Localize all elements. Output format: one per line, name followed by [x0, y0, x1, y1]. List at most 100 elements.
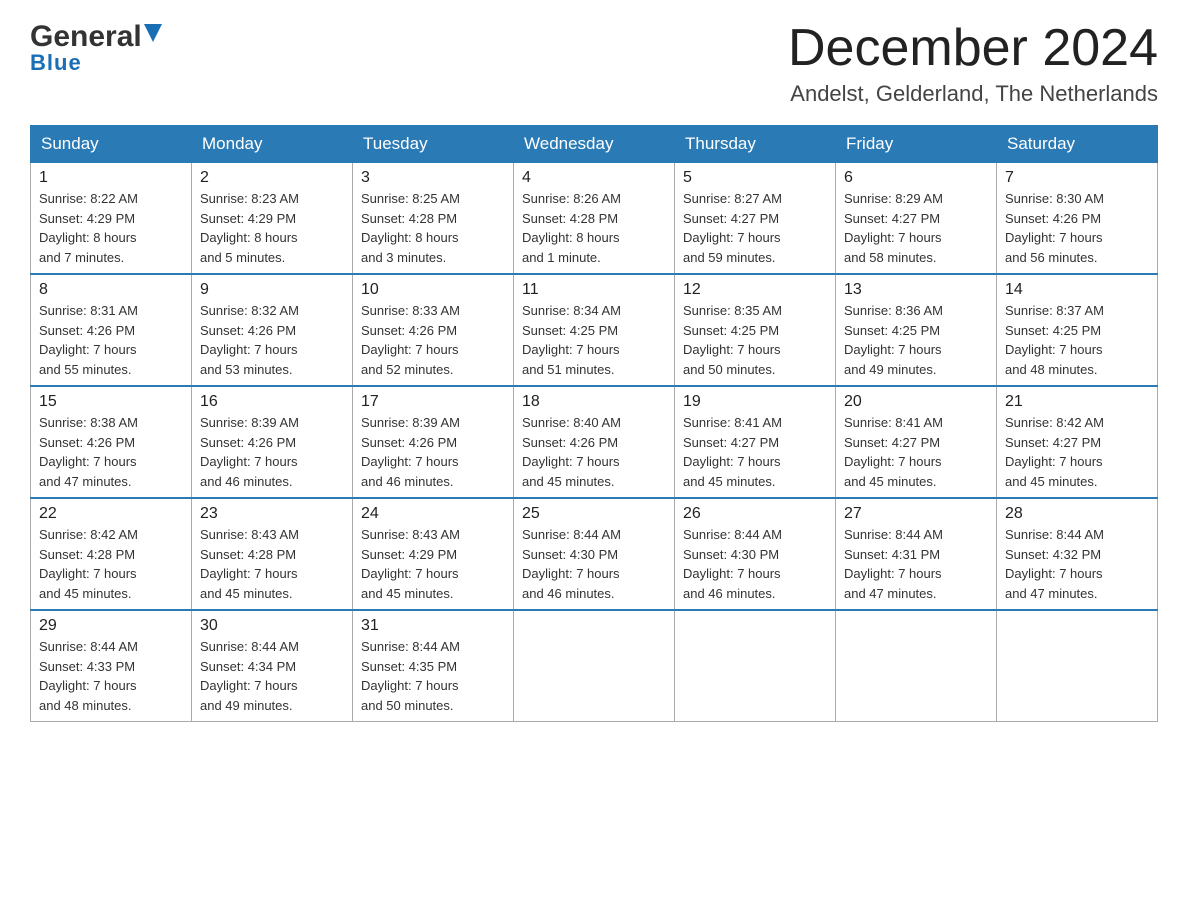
- calendar-cell: 1 Sunrise: 8:22 AMSunset: 4:29 PMDayligh…: [31, 163, 192, 275]
- weekday-header-thursday: Thursday: [675, 126, 836, 163]
- calendar-header-row: SundayMondayTuesdayWednesdayThursdayFrid…: [31, 126, 1158, 163]
- calendar-cell: 5 Sunrise: 8:27 AMSunset: 4:27 PMDayligh…: [675, 163, 836, 275]
- calendar-week-row: 8 Sunrise: 8:31 AMSunset: 4:26 PMDayligh…: [31, 274, 1158, 386]
- day-info: Sunrise: 8:36 AMSunset: 4:25 PMDaylight:…: [844, 301, 988, 379]
- day-info: Sunrise: 8:26 AMSunset: 4:28 PMDaylight:…: [522, 189, 666, 267]
- day-number: 23: [200, 505, 344, 523]
- weekday-header-tuesday: Tuesday: [353, 126, 514, 163]
- calendar-table: SundayMondayTuesdayWednesdayThursdayFrid…: [30, 125, 1158, 722]
- day-info: Sunrise: 8:29 AMSunset: 4:27 PMDaylight:…: [844, 189, 988, 267]
- calendar-cell: 24 Sunrise: 8:43 AMSunset: 4:29 PMDaylig…: [353, 498, 514, 610]
- day-info: Sunrise: 8:41 AMSunset: 4:27 PMDaylight:…: [683, 413, 827, 491]
- day-number: 7: [1005, 169, 1149, 187]
- weekday-header-wednesday: Wednesday: [514, 126, 675, 163]
- calendar-cell: 25 Sunrise: 8:44 AMSunset: 4:30 PMDaylig…: [514, 498, 675, 610]
- calendar-cell: [997, 610, 1158, 722]
- calendar-week-row: 1 Sunrise: 8:22 AMSunset: 4:29 PMDayligh…: [31, 163, 1158, 275]
- day-info: Sunrise: 8:42 AMSunset: 4:28 PMDaylight:…: [39, 525, 183, 603]
- logo-blue-text: Blue: [30, 50, 82, 76]
- day-number: 10: [361, 281, 505, 299]
- day-number: 3: [361, 169, 505, 187]
- day-number: 1: [39, 169, 183, 187]
- calendar-cell: 4 Sunrise: 8:26 AMSunset: 4:28 PMDayligh…: [514, 163, 675, 275]
- weekday-header-friday: Friday: [836, 126, 997, 163]
- logo-general-text: General: [30, 20, 142, 54]
- day-info: Sunrise: 8:41 AMSunset: 4:27 PMDaylight:…: [844, 413, 988, 491]
- day-number: 8: [39, 281, 183, 299]
- day-info: Sunrise: 8:25 AMSunset: 4:28 PMDaylight:…: [361, 189, 505, 267]
- day-number: 19: [683, 393, 827, 411]
- calendar-cell: 7 Sunrise: 8:30 AMSunset: 4:26 PMDayligh…: [997, 163, 1158, 275]
- calendar-cell: 29 Sunrise: 8:44 AMSunset: 4:33 PMDaylig…: [31, 610, 192, 722]
- day-number: 16: [200, 393, 344, 411]
- weekday-header-saturday: Saturday: [997, 126, 1158, 163]
- calendar-cell: 12 Sunrise: 8:35 AMSunset: 4:25 PMDaylig…: [675, 274, 836, 386]
- calendar-cell: 14 Sunrise: 8:37 AMSunset: 4:25 PMDaylig…: [997, 274, 1158, 386]
- day-number: 2: [200, 169, 344, 187]
- day-info: Sunrise: 8:44 AMSunset: 4:33 PMDaylight:…: [39, 637, 183, 715]
- logo: General Blue: [30, 20, 162, 76]
- calendar-cell: 23 Sunrise: 8:43 AMSunset: 4:28 PMDaylig…: [192, 498, 353, 610]
- day-number: 9: [200, 281, 344, 299]
- day-info: Sunrise: 8:32 AMSunset: 4:26 PMDaylight:…: [200, 301, 344, 379]
- calendar-cell: 15 Sunrise: 8:38 AMSunset: 4:26 PMDaylig…: [31, 386, 192, 498]
- day-info: Sunrise: 8:42 AMSunset: 4:27 PMDaylight:…: [1005, 413, 1149, 491]
- day-info: Sunrise: 8:39 AMSunset: 4:26 PMDaylight:…: [200, 413, 344, 491]
- day-number: 17: [361, 393, 505, 411]
- day-info: Sunrise: 8:23 AMSunset: 4:29 PMDaylight:…: [200, 189, 344, 267]
- calendar-cell: 21 Sunrise: 8:42 AMSunset: 4:27 PMDaylig…: [997, 386, 1158, 498]
- day-info: Sunrise: 8:44 AMSunset: 4:35 PMDaylight:…: [361, 637, 505, 715]
- day-number: 14: [1005, 281, 1149, 299]
- day-number: 27: [844, 505, 988, 523]
- title-area: December 2024 Andelst, Gelderland, The N…: [788, 20, 1158, 107]
- location-title: Andelst, Gelderland, The Netherlands: [788, 81, 1158, 107]
- day-info: Sunrise: 8:43 AMSunset: 4:29 PMDaylight:…: [361, 525, 505, 603]
- calendar-cell: 22 Sunrise: 8:42 AMSunset: 4:28 PMDaylig…: [31, 498, 192, 610]
- calendar-cell: 27 Sunrise: 8:44 AMSunset: 4:31 PMDaylig…: [836, 498, 997, 610]
- calendar-cell: 28 Sunrise: 8:44 AMSunset: 4:32 PMDaylig…: [997, 498, 1158, 610]
- day-number: 15: [39, 393, 183, 411]
- calendar-cell: 6 Sunrise: 8:29 AMSunset: 4:27 PMDayligh…: [836, 163, 997, 275]
- day-number: 13: [844, 281, 988, 299]
- day-info: Sunrise: 8:22 AMSunset: 4:29 PMDaylight:…: [39, 189, 183, 267]
- day-number: 11: [522, 281, 666, 299]
- weekday-header-sunday: Sunday: [31, 126, 192, 163]
- calendar-cell: 26 Sunrise: 8:44 AMSunset: 4:30 PMDaylig…: [675, 498, 836, 610]
- calendar-cell: 19 Sunrise: 8:41 AMSunset: 4:27 PMDaylig…: [675, 386, 836, 498]
- day-number: 26: [683, 505, 827, 523]
- day-info: Sunrise: 8:37 AMSunset: 4:25 PMDaylight:…: [1005, 301, 1149, 379]
- calendar-cell: 2 Sunrise: 8:23 AMSunset: 4:29 PMDayligh…: [192, 163, 353, 275]
- day-info: Sunrise: 8:44 AMSunset: 4:31 PMDaylight:…: [844, 525, 988, 603]
- day-number: 30: [200, 617, 344, 635]
- day-info: Sunrise: 8:39 AMSunset: 4:26 PMDaylight:…: [361, 413, 505, 491]
- calendar-cell: 17 Sunrise: 8:39 AMSunset: 4:26 PMDaylig…: [353, 386, 514, 498]
- calendar-cell: [836, 610, 997, 722]
- calendar-cell: 13 Sunrise: 8:36 AMSunset: 4:25 PMDaylig…: [836, 274, 997, 386]
- day-number: 29: [39, 617, 183, 635]
- calendar-week-row: 29 Sunrise: 8:44 AMSunset: 4:33 PMDaylig…: [31, 610, 1158, 722]
- page-header: General Blue December 2024 Andelst, Geld…: [30, 20, 1158, 107]
- calendar-cell: 8 Sunrise: 8:31 AMSunset: 4:26 PMDayligh…: [31, 274, 192, 386]
- day-number: 20: [844, 393, 988, 411]
- calendar-cell: 30 Sunrise: 8:44 AMSunset: 4:34 PMDaylig…: [192, 610, 353, 722]
- day-info: Sunrise: 8:30 AMSunset: 4:26 PMDaylight:…: [1005, 189, 1149, 267]
- day-info: Sunrise: 8:31 AMSunset: 4:26 PMDaylight:…: [39, 301, 183, 379]
- day-number: 4: [522, 169, 666, 187]
- day-number: 25: [522, 505, 666, 523]
- calendar-cell: [514, 610, 675, 722]
- day-number: 31: [361, 617, 505, 635]
- day-number: 28: [1005, 505, 1149, 523]
- day-info: Sunrise: 8:40 AMSunset: 4:26 PMDaylight:…: [522, 413, 666, 491]
- calendar-cell: 9 Sunrise: 8:32 AMSunset: 4:26 PMDayligh…: [192, 274, 353, 386]
- day-info: Sunrise: 8:34 AMSunset: 4:25 PMDaylight:…: [522, 301, 666, 379]
- calendar-cell: 20 Sunrise: 8:41 AMSunset: 4:27 PMDaylig…: [836, 386, 997, 498]
- day-info: Sunrise: 8:44 AMSunset: 4:32 PMDaylight:…: [1005, 525, 1149, 603]
- day-info: Sunrise: 8:33 AMSunset: 4:26 PMDaylight:…: [361, 301, 505, 379]
- day-info: Sunrise: 8:27 AMSunset: 4:27 PMDaylight:…: [683, 189, 827, 267]
- calendar-cell: [675, 610, 836, 722]
- calendar-cell: 18 Sunrise: 8:40 AMSunset: 4:26 PMDaylig…: [514, 386, 675, 498]
- weekday-header-monday: Monday: [192, 126, 353, 163]
- calendar-cell: 16 Sunrise: 8:39 AMSunset: 4:26 PMDaylig…: [192, 386, 353, 498]
- day-number: 24: [361, 505, 505, 523]
- day-number: 12: [683, 281, 827, 299]
